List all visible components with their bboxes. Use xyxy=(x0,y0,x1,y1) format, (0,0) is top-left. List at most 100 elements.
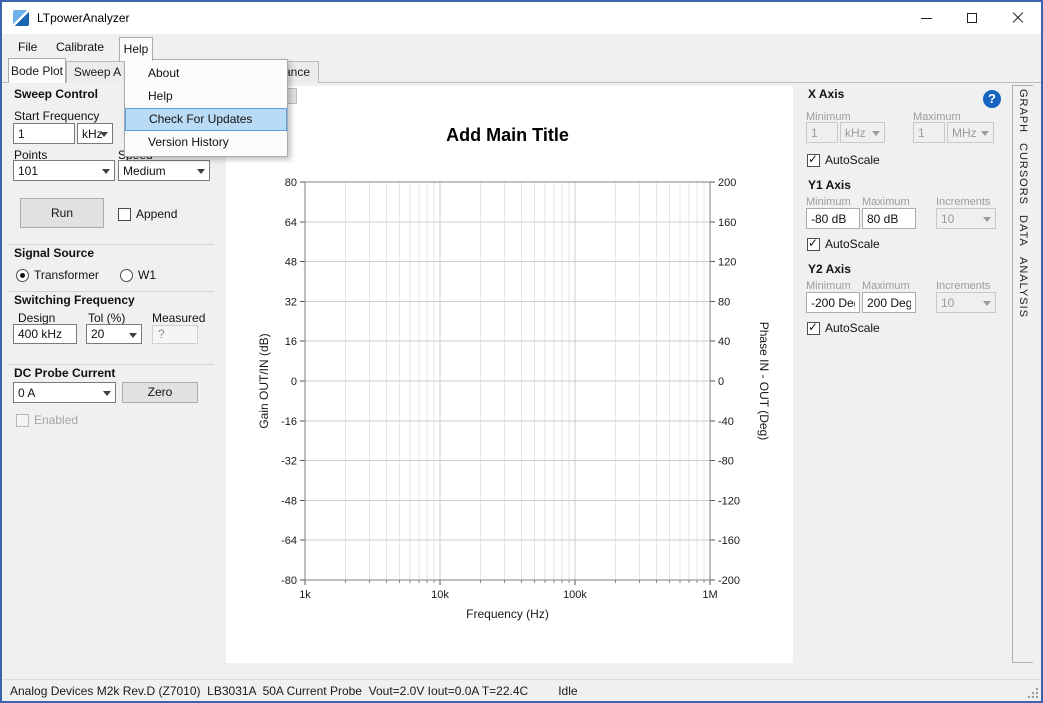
menu-item-version-history[interactable]: Version History xyxy=(125,131,287,154)
svg-text:16: 16 xyxy=(285,336,297,348)
svg-text:1M: 1M xyxy=(702,589,717,601)
radio-transformer[interactable]: Transformer xyxy=(16,268,99,282)
resize-grip[interactable] xyxy=(1026,686,1039,699)
radio-icon xyxy=(16,269,29,282)
x-autoscale-checkbox[interactable]: AutoScale xyxy=(807,153,880,167)
switching-frequency-title: Switching Frequency xyxy=(14,293,135,307)
svg-text:-80: -80 xyxy=(718,456,734,468)
menu-item-help[interactable]: Help xyxy=(125,85,287,108)
help-icon[interactable]: ? xyxy=(983,90,1001,108)
y2-min-input[interactable] xyxy=(806,292,860,313)
append-checkbox[interactable]: Append xyxy=(118,207,177,221)
checkbox-check-icon xyxy=(807,238,820,251)
checkbox-box-icon xyxy=(118,208,131,221)
chevron-down-icon xyxy=(981,131,989,136)
y2-max-label: Maximum xyxy=(862,280,910,292)
svg-text:0: 0 xyxy=(718,376,724,388)
tol-label: Tol (%) xyxy=(88,311,125,325)
svg-text:Add Main Title: Add Main Title xyxy=(446,125,569,145)
section-divider xyxy=(8,244,214,245)
x-autoscale-label: AutoScale xyxy=(825,153,880,167)
checkbox-check-icon xyxy=(807,322,820,335)
svg-text:32: 32 xyxy=(285,296,297,308)
points-select[interactable]: 101 xyxy=(13,160,115,181)
svg-text:-120: -120 xyxy=(718,495,740,507)
svg-text:10k: 10k xyxy=(431,589,449,601)
y2-min-label: Minimum xyxy=(806,280,851,292)
radio-icon xyxy=(120,269,133,282)
maximize-button[interactable] xyxy=(949,2,995,34)
speed-value: Medium xyxy=(123,164,166,178)
svg-text:200: 200 xyxy=(718,177,736,189)
tolerance-value: 20 xyxy=(91,327,104,341)
y1-max-label: Maximum xyxy=(862,196,910,208)
svg-text:-48: -48 xyxy=(281,495,297,507)
svg-text:160: 160 xyxy=(718,217,736,229)
enabled-checkbox: Enabled xyxy=(16,413,78,427)
menu-item-about[interactable]: About xyxy=(125,62,287,85)
speed-select[interactable]: Medium xyxy=(118,160,210,181)
chevron-down-icon xyxy=(983,301,991,306)
x-axis-title: X Axis xyxy=(808,87,844,101)
svg-text:-16: -16 xyxy=(281,416,297,428)
bode-plot-area: 1k10k100k1M80644832160-16-32-48-64-80200… xyxy=(226,86,793,663)
svg-text:48: 48 xyxy=(285,257,297,269)
x-min-unit-value: kHz xyxy=(845,126,866,140)
menu-calibrate[interactable]: Calibrate xyxy=(54,34,106,60)
section-divider xyxy=(8,291,214,292)
menu-help[interactable]: Help xyxy=(119,37,153,61)
right-tab-strip: GRAPH CURSORS DATA ANALYSIS xyxy=(1012,85,1033,663)
zero-button[interactable]: Zero xyxy=(122,382,198,403)
signal-source-title: Signal Source xyxy=(14,246,94,260)
svg-text:Frequency (Hz): Frequency (Hz) xyxy=(466,607,549,621)
menu-file[interactable]: File xyxy=(16,34,39,60)
y2-autoscale-checkbox[interactable]: AutoScale xyxy=(807,321,880,335)
enabled-label: Enabled xyxy=(34,413,78,427)
checkbox-check-icon xyxy=(807,154,820,167)
y2-max-input[interactable] xyxy=(862,292,916,313)
dc-probe-current-select[interactable]: 0 A xyxy=(13,382,116,403)
checkbox-box-icon xyxy=(16,414,29,427)
tab-analysis[interactable]: ANALYSIS xyxy=(1017,257,1029,318)
close-button[interactable] xyxy=(995,2,1041,34)
svg-text:64: 64 xyxy=(285,217,297,229)
tab-bode-plot[interactable]: Bode Plot xyxy=(8,58,66,83)
x-max-unit-select: MHz xyxy=(947,122,994,143)
menu-item-check-for-updates[interactable]: Check For Updates xyxy=(125,108,287,131)
start-frequency-label: Start Frequency xyxy=(14,109,99,123)
minimize-icon xyxy=(921,18,932,19)
tolerance-select[interactable]: 20 xyxy=(86,324,142,344)
tab-cursors[interactable]: CURSORS xyxy=(1017,143,1029,205)
chevron-down-icon xyxy=(103,391,111,396)
svg-text:100k: 100k xyxy=(563,589,587,601)
start-frequency-input[interactable] xyxy=(13,123,75,144)
close-icon xyxy=(1012,12,1024,24)
tab-graph[interactable]: GRAPH xyxy=(1017,89,1029,133)
y1-increments-label: Increments xyxy=(936,196,990,208)
design-frequency-input[interactable] xyxy=(13,324,77,344)
svg-text:Gain OUT/IN (dB): Gain OUT/IN (dB) xyxy=(257,333,271,428)
design-label: Design xyxy=(18,311,55,325)
run-button[interactable]: Run xyxy=(20,198,104,228)
chevron-down-icon xyxy=(102,169,110,174)
svg-text:0: 0 xyxy=(291,376,297,388)
start-frequency-unit-select[interactable]: kHz xyxy=(77,123,113,144)
bode-chart: 1k10k100k1M80644832160-16-32-48-64-80200… xyxy=(226,86,793,663)
svg-text:-40: -40 xyxy=(718,416,734,428)
minimize-button[interactable] xyxy=(903,2,949,34)
tab-sweep-amplitude[interactable]: Sweep A xyxy=(66,61,129,83)
y1-increments-value: 10 xyxy=(941,212,954,226)
section-divider xyxy=(8,364,214,365)
y2-increments-value: 10 xyxy=(941,296,954,310)
tab-data[interactable]: DATA xyxy=(1017,215,1029,247)
svg-text:80: 80 xyxy=(285,177,297,189)
radio-w1[interactable]: W1 xyxy=(120,268,156,282)
y2-autoscale-label: AutoScale xyxy=(825,321,880,335)
svg-text:-64: -64 xyxy=(281,535,297,547)
chevron-down-icon xyxy=(100,132,108,137)
dc-probe-current-value: 0 A xyxy=(18,386,35,400)
window-controls xyxy=(903,2,1041,34)
y1-max-input[interactable] xyxy=(862,208,916,229)
y1-min-input[interactable] xyxy=(806,208,860,229)
y1-autoscale-checkbox[interactable]: AutoScale xyxy=(807,237,880,251)
